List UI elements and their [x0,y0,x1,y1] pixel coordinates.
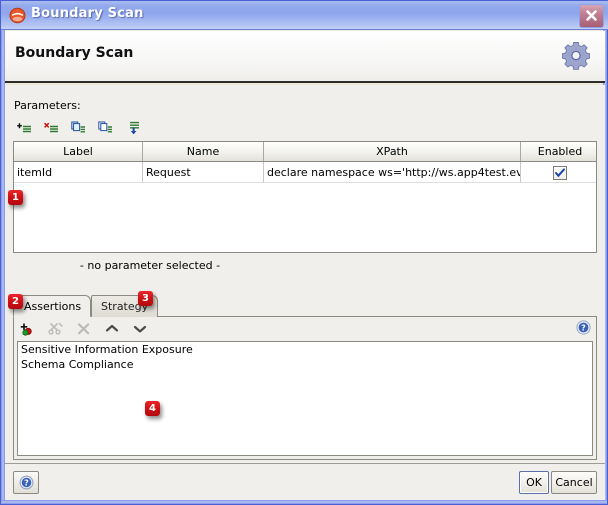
dialog-content: Parameters: Label Name XPath Enabled ite… [5,85,605,470]
enabled-checkbox[interactable] [553,166,567,180]
parameters-label: Parameters: [14,99,81,112]
add-assertion-icon[interactable] [16,318,40,340]
dialog-header: Boundary Scan [5,31,605,83]
boundary-scan-dialog: Boundary Scan Boundary Scan Parameters: [0,0,608,505]
dialog-footer: ? OK Cancel [5,463,605,500]
copy-parameter-icon[interactable] [67,117,91,139]
assertions-list[interactable]: Sensitive Information Exposure Schema Co… [17,341,593,456]
ok-button[interactable]: OK [519,471,549,494]
list-item[interactable]: Schema Compliance [18,357,592,372]
tab-assertions-label: Assertions [24,299,82,313]
remove-assertion-icon [72,318,96,340]
svg-text:?: ? [581,324,586,333]
column-header-enabled[interactable]: Enabled [520,142,596,162]
assertions-toolbar [16,319,594,339]
page-title: Boundary Scan [15,45,134,61]
extract-parameter-icon[interactable] [121,117,145,139]
cell-label[interactable]: itemId [14,161,143,183]
soapui-logo-icon [9,7,26,24]
tab-assertions[interactable]: Assertions [13,295,92,317]
move-assertion-down-icon[interactable] [128,318,152,340]
list-item[interactable]: Sensitive Information Exposure [18,342,592,357]
callout-badge-4: 4 [145,401,160,416]
title-bar: Boundary Scan [1,1,608,30]
gear-icon[interactable] [557,37,595,75]
svg-text:?: ? [24,479,29,488]
add-parameter-icon[interactable] [13,117,37,139]
cell-xpath[interactable]: declare namespace ws='http://ws.app4test… [263,161,521,183]
window-title: Boundary Scan [31,6,144,21]
help-button[interactable]: ? [13,471,39,494]
no-parameter-selected-text: - no parameter selected - [79,259,221,272]
configure-assertion-icon [44,318,68,340]
callout-badge-3: 3 [138,291,153,306]
table-header-row: Label Name XPath Enabled [14,142,596,162]
callout-badge-1: 1 [8,190,23,205]
cell-name[interactable]: Request [142,161,264,183]
remove-parameter-icon[interactable] [40,117,64,139]
cell-enabled[interactable] [520,161,596,183]
close-icon[interactable] [579,4,604,28]
callout-badge-2: 2 [8,294,23,309]
cancel-button[interactable]: Cancel [551,471,597,494]
help-circle-icon[interactable]: ? [576,320,591,335]
parameters-table[interactable]: Label Name XPath Enabled itemId Request … [13,141,597,253]
table-row[interactable]: itemId Request declare namespace ws='htt… [14,161,596,183]
column-header-label[interactable]: Label [14,142,143,162]
move-assertion-up-icon[interactable] [100,318,124,340]
column-header-name[interactable]: Name [142,142,264,162]
window-border-bottom [1,500,607,504]
parameters-toolbar [13,117,145,139]
assertions-panel: ? Sensitive Information Exposure Schema … [13,316,597,460]
duplicate-parameter-icon[interactable] [94,117,118,139]
column-header-xpath[interactable]: XPath [263,142,521,162]
